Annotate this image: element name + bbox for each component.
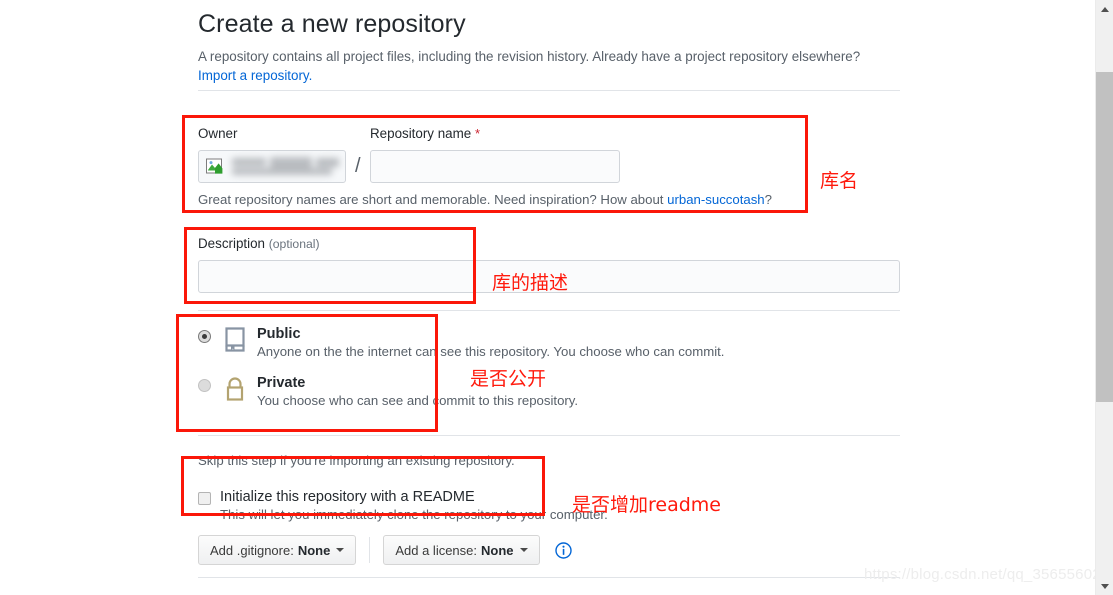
repository-name-label: Repository name * <box>370 126 480 141</box>
divider-4 <box>198 577 900 578</box>
readme-option[interactable]: Initialize this repository with a README… <box>198 489 900 522</box>
control-separator <box>369 537 371 563</box>
owner-repo-separator: / <box>355 155 361 177</box>
divider-1 <box>198 90 900 91</box>
repository-name-hint-suffix: ? <box>764 192 772 207</box>
visibility-section: Public Anyone on the the internet can se… <box>198 326 900 408</box>
public-description: Anyone on the the internet can see this … <box>257 344 725 359</box>
repo-book-icon <box>223 327 253 358</box>
repository-name-input[interactable] <box>369 150 620 183</box>
initialize-section: Skip this step if you're importing an ex… <box>198 453 900 522</box>
visibility-option-public[interactable]: Public Anyone on the the internet can se… <box>198 326 900 359</box>
description-label-text: Description <box>198 236 265 251</box>
description-label: Description (optional) <box>198 236 900 251</box>
scrollbar-thumb[interactable] <box>1096 72 1113 402</box>
owner-repo-section: Owner Repository name * / Great reposito… <box>198 126 900 207</box>
required-marker: * <box>474 126 481 141</box>
license-dropdown[interactable]: Add a license: None <box>383 535 540 565</box>
license-label: Add a license: <box>395 542 478 558</box>
vertical-scrollbar[interactable] <box>1095 0 1113 595</box>
chevron-down-icon <box>519 548 528 552</box>
description-section: Description (optional) <box>198 236 900 293</box>
readme-label: Initialize this repository with a README <box>220 489 475 505</box>
readme-description: This will let you immediately clone the … <box>220 507 608 522</box>
page-canvas: Create a new repository A repository con… <box>0 0 1095 595</box>
description-optional-label: (optional) <box>268 237 320 251</box>
import-repository-link[interactable]: Import a repository. <box>198 68 312 83</box>
private-option-text: Private You choose who can see and commi… <box>257 375 578 408</box>
public-option-text: Public Anyone on the the internet can se… <box>257 326 724 359</box>
repository-name-hint: Great repository names are short and mem… <box>198 192 900 207</box>
broken-image-icon <box>205 157 224 176</box>
info-circle-icon[interactable] <box>554 541 572 559</box>
skip-step-note: Skip this step if you're importing an ex… <box>198 453 515 468</box>
public-radio[interactable] <box>198 330 211 343</box>
lock-icon <box>223 376 253 407</box>
owner-name-redacted <box>230 156 339 177</box>
bottom-controls: Add .gitignore: None Add a license: None <box>198 535 900 565</box>
divider-2 <box>198 310 900 311</box>
owner-selector[interactable] <box>198 150 346 183</box>
visibility-option-private[interactable]: Private You choose who can see and commi… <box>198 375 900 408</box>
page-header: Create a new repository A repository con… <box>198 6 900 86</box>
readme-text: Initialize this repository with a README… <box>211 489 608 522</box>
gitignore-label: Add .gitignore: <box>210 542 294 558</box>
watermark: https://blog.csdn.net/qq_35655602 <box>864 566 1095 583</box>
scroll-up-arrow[interactable] <box>1096 0 1113 18</box>
page-description-text: A repository contains all project files,… <box>198 49 861 64</box>
public-title: Public <box>257 326 301 342</box>
private-title: Private <box>257 375 306 391</box>
private-radio[interactable] <box>198 379 211 392</box>
divider-3 <box>198 435 900 436</box>
scroll-down-arrow[interactable] <box>1096 577 1113 595</box>
repository-name-hint-prefix: Great repository names are short and mem… <box>198 192 668 207</box>
repository-name-suggestion[interactable]: urban-succotash <box>667 192 765 207</box>
gitignore-dropdown[interactable]: Add .gitignore: None <box>198 535 357 565</box>
license-value: None <box>481 542 514 558</box>
private-description: You choose who can see and commit to thi… <box>257 393 579 408</box>
owner-label: Owner <box>198 126 238 141</box>
description-input[interactable] <box>198 260 900 293</box>
gitignore-value: None <box>297 542 331 558</box>
page-title: Create a new repository <box>198 10 466 38</box>
readme-checkbox[interactable] <box>198 492 211 505</box>
repository-name-label-text: Repository name <box>370 126 472 141</box>
page-description: A repository contains all project files,… <box>198 47 900 86</box>
chevron-down-icon <box>336 548 345 552</box>
